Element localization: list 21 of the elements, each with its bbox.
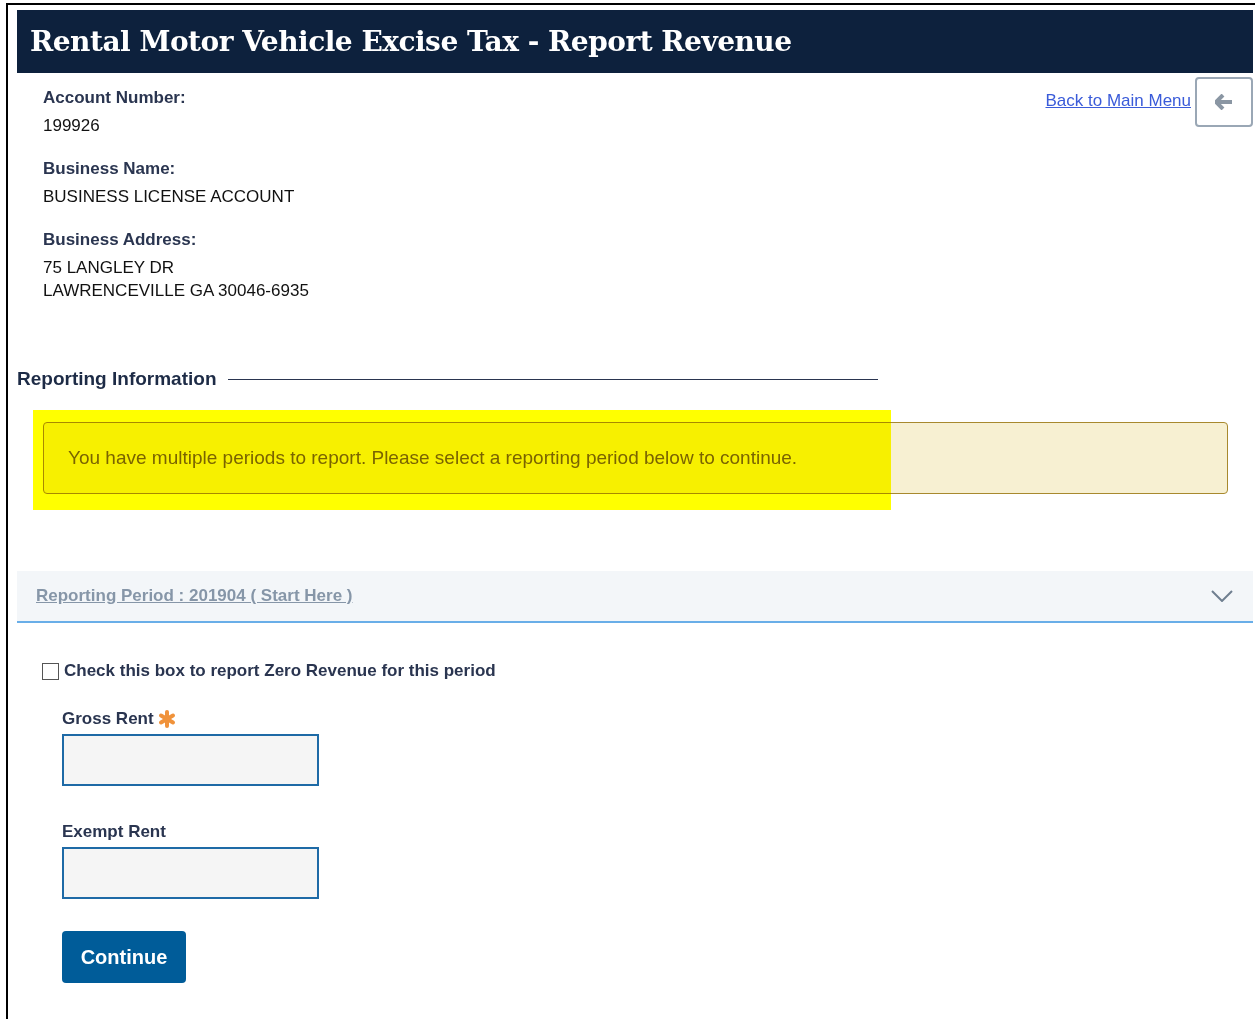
input-field[interactable] bbox=[62, 847, 319, 899]
page-title: Rental Motor Vehicle Excise Tax - Report Revenue bbox=[30, 25, 792, 58]
field-label: Business Address: bbox=[43, 230, 198, 250]
section-heading: Reporting Information bbox=[17, 368, 217, 390]
checkbox[interactable] bbox=[42, 662, 59, 680]
input-field[interactable] bbox=[62, 734, 319, 786]
field-value: 75 LANGLEY DR bbox=[43, 257, 176, 279]
field-label: Business Name: bbox=[43, 159, 177, 179]
input-label: Exempt Rent bbox=[62, 822, 166, 842]
back-link[interactable]: Back to Main Menu bbox=[1045, 91, 1191, 111]
checkbox-label: Check this box to report Zero Revenue for this period bbox=[64, 661, 496, 681]
field-value: 199926 bbox=[43, 115, 101, 137]
input-label: Gross Rent bbox=[62, 709, 154, 729]
back-button[interactable] bbox=[1195, 77, 1253, 127]
field-label: Account Number: bbox=[43, 88, 187, 108]
back-arrow-icon bbox=[1215, 94, 1233, 110]
alert-message: You have multiple periods to report. Please select a reporting period below to continue. bbox=[68, 447, 798, 469]
required-asterisk-icon bbox=[157, 710, 176, 728]
field-value: BUSINESS LICENSE ACCOUNT bbox=[43, 186, 296, 208]
field-value: LAWRENCEVILLE GA 30046-6935 bbox=[43, 280, 309, 302]
continue-button[interactable]: Continue bbox=[62, 931, 186, 983]
